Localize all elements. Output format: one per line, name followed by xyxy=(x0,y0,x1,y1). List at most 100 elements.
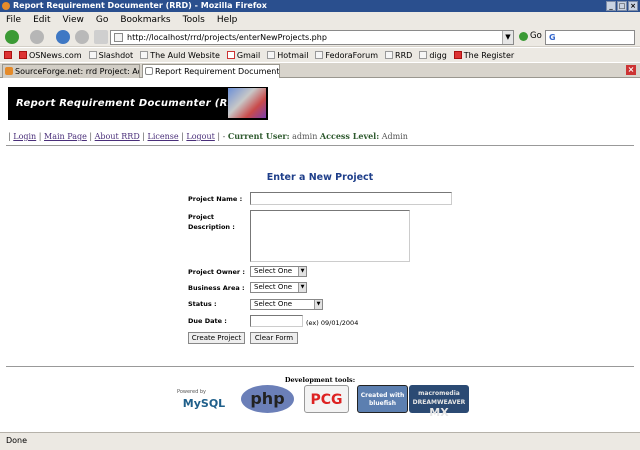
chevron-down-icon: ▼ xyxy=(298,283,306,292)
tab-sourceforge[interactable]: SourceForge.net: rrd Project: Admin... xyxy=(2,64,140,78)
bookmark-icon xyxy=(453,51,462,59)
menu-bookmarks[interactable]: Bookmarks xyxy=(120,15,170,25)
stop-icon[interactable] xyxy=(75,30,89,44)
menu-go[interactable]: Go xyxy=(96,15,108,25)
bluefish-created-with: Created with xyxy=(360,392,405,399)
bookmark-icon xyxy=(419,51,428,59)
url-text: http://localhost/rrd/projects/enterNewPr… xyxy=(127,33,327,42)
mysql-powered-by: Powered by xyxy=(177,389,206,395)
close-icon[interactable]: × xyxy=(628,1,638,11)
bluefish-logo[interactable]: Created with bluefish xyxy=(357,385,408,413)
reload-icon[interactable] xyxy=(56,30,70,44)
tab-favicon xyxy=(145,67,153,75)
chevron-down-icon: ▼ xyxy=(314,300,322,309)
business-area-label: Business Area : xyxy=(188,284,245,292)
project-owner-select[interactable]: Select One ▼ xyxy=(250,266,307,277)
page-icon xyxy=(114,33,123,42)
back-arrow-icon[interactable] xyxy=(5,30,19,44)
status-label: Status : xyxy=(188,300,217,308)
url-history-dropdown[interactable]: ▼ xyxy=(502,31,513,44)
home-icon[interactable] xyxy=(94,30,108,44)
tab-rrd[interactable]: Report Requirement Documenter... xyxy=(142,64,280,78)
access-level: Admin xyxy=(381,132,408,141)
mx-text: MX xyxy=(429,406,449,419)
page-content: Report Requirement Documenter (RRD) | Lo… xyxy=(0,79,640,432)
bookmark-icon xyxy=(140,51,149,59)
project-description-label: Project Description : xyxy=(188,213,235,231)
rrd-banner: Report Requirement Documenter (RRD) xyxy=(8,87,268,120)
dreamweaver-mx-logo[interactable]: macromedia DREAMWEAVER MX xyxy=(409,385,469,419)
maximize-icon[interactable]: □ xyxy=(617,1,627,11)
license-link[interactable]: License xyxy=(148,132,179,141)
bookmark-icon xyxy=(88,51,97,59)
current-user-label: Current User: xyxy=(227,131,290,141)
window-title: Report Requirement Documenter (RRD) - Mo… xyxy=(13,1,267,10)
bookmark-gmail[interactable]: Gmail xyxy=(226,51,260,60)
go-button[interactable]: Go xyxy=(519,31,542,41)
menu-help[interactable]: Help xyxy=(217,15,238,25)
bookmark-the-register[interactable]: The Register xyxy=(453,51,514,60)
menu-tools[interactable]: Tools xyxy=(183,15,205,25)
menu-bar: File Edit View Go Bookmarks Tools Help xyxy=(0,12,640,27)
main-page-link[interactable]: Main Page xyxy=(44,132,87,141)
status-text: Done xyxy=(6,436,28,445)
bookmark-digg[interactable]: digg xyxy=(419,51,447,60)
tab-bar: SourceForge.net: rrd Project: Admin... R… xyxy=(0,63,640,78)
clear-form-button[interactable]: Clear Form xyxy=(250,332,298,344)
bookmarks-manager-icon[interactable] xyxy=(4,51,12,59)
project-owner-label: Project Owner : xyxy=(188,268,245,276)
bookmark-auld-website[interactable]: The Auld Website xyxy=(140,51,220,60)
rrd-logo-icon xyxy=(228,88,266,118)
project-name-label: Project Name : xyxy=(188,195,243,203)
banner-title: Report Requirement Documenter (RRD) xyxy=(16,98,250,109)
form-title: Enter a New Project xyxy=(266,172,374,183)
chevron-down-icon: ▼ xyxy=(298,267,306,276)
search-engine-icon: G xyxy=(549,33,556,42)
bookmark-icon xyxy=(19,51,27,59)
go-label: Go xyxy=(530,31,542,41)
pcg-logo[interactable]: PCG xyxy=(304,385,349,413)
firefox-icon xyxy=(2,2,10,10)
search-input[interactable]: G xyxy=(545,30,635,45)
logout-link[interactable]: Logout xyxy=(186,132,214,141)
access-level-label: Access Level: xyxy=(319,131,380,141)
due-date-hint: (ex) 09/01/2004 xyxy=(306,319,359,327)
project-name-input[interactable] xyxy=(250,192,452,205)
mysql-logo[interactable]: Powered by MySQL xyxy=(171,385,237,413)
forward-arrow-icon[interactable] xyxy=(30,30,44,44)
mysql-text: MySQL xyxy=(182,397,226,410)
current-user: admin xyxy=(292,132,318,141)
gmail-icon xyxy=(226,51,235,59)
login-link[interactable]: Login xyxy=(13,132,36,141)
close-tab-icon[interactable]: × xyxy=(626,65,636,75)
status-select[interactable]: Select One ▼ xyxy=(250,299,323,310)
business-area-select[interactable]: Select One ▼ xyxy=(250,282,307,293)
php-logo[interactable]: php xyxy=(241,385,294,413)
url-bar[interactable]: http://localhost/rrd/projects/enterNewPr… xyxy=(110,30,514,45)
bookmark-hotmail[interactable]: Hotmail xyxy=(267,51,308,60)
menu-view[interactable]: View xyxy=(63,15,84,25)
bookmark-slashdot[interactable]: Slashdot xyxy=(88,51,133,60)
minimize-icon[interactable]: _ xyxy=(606,1,616,11)
create-project-button[interactable]: Create Project xyxy=(188,332,245,344)
site-navigation: | Login | Main Page | About RRD | Licens… xyxy=(8,131,408,141)
bookmark-fedoraforum[interactable]: FedoraForum xyxy=(315,51,378,60)
navigation-toolbar: http://localhost/rrd/projects/enterNewPr… xyxy=(0,27,640,47)
bookmark-icon xyxy=(267,51,276,59)
bookmarks-toolbar: OSNews.com Slashdot The Auld Website Gma… xyxy=(0,48,640,62)
bookmark-osnews[interactable]: OSNews.com xyxy=(19,51,82,60)
due-date-input[interactable] xyxy=(250,315,303,327)
project-description-textarea[interactable] xyxy=(250,210,410,262)
due-date-label: Due Date : xyxy=(188,317,227,325)
menu-edit[interactable]: Edit xyxy=(33,15,50,25)
bookmark-rrd[interactable]: RRD xyxy=(385,51,412,60)
about-link[interactable]: About RRD xyxy=(95,132,140,141)
divider xyxy=(6,145,634,146)
dreamweaver-text: macromedia DREAMWEAVER xyxy=(412,390,466,406)
development-tools-label: Development tools: xyxy=(284,376,356,384)
status-bar: Done xyxy=(0,432,640,450)
window-titlebar: Report Requirement Documenter (RRD) - Mo… xyxy=(0,0,640,12)
bookmark-icon xyxy=(315,51,324,59)
menu-file[interactable]: File xyxy=(6,15,21,25)
bookmark-icon xyxy=(385,51,394,59)
